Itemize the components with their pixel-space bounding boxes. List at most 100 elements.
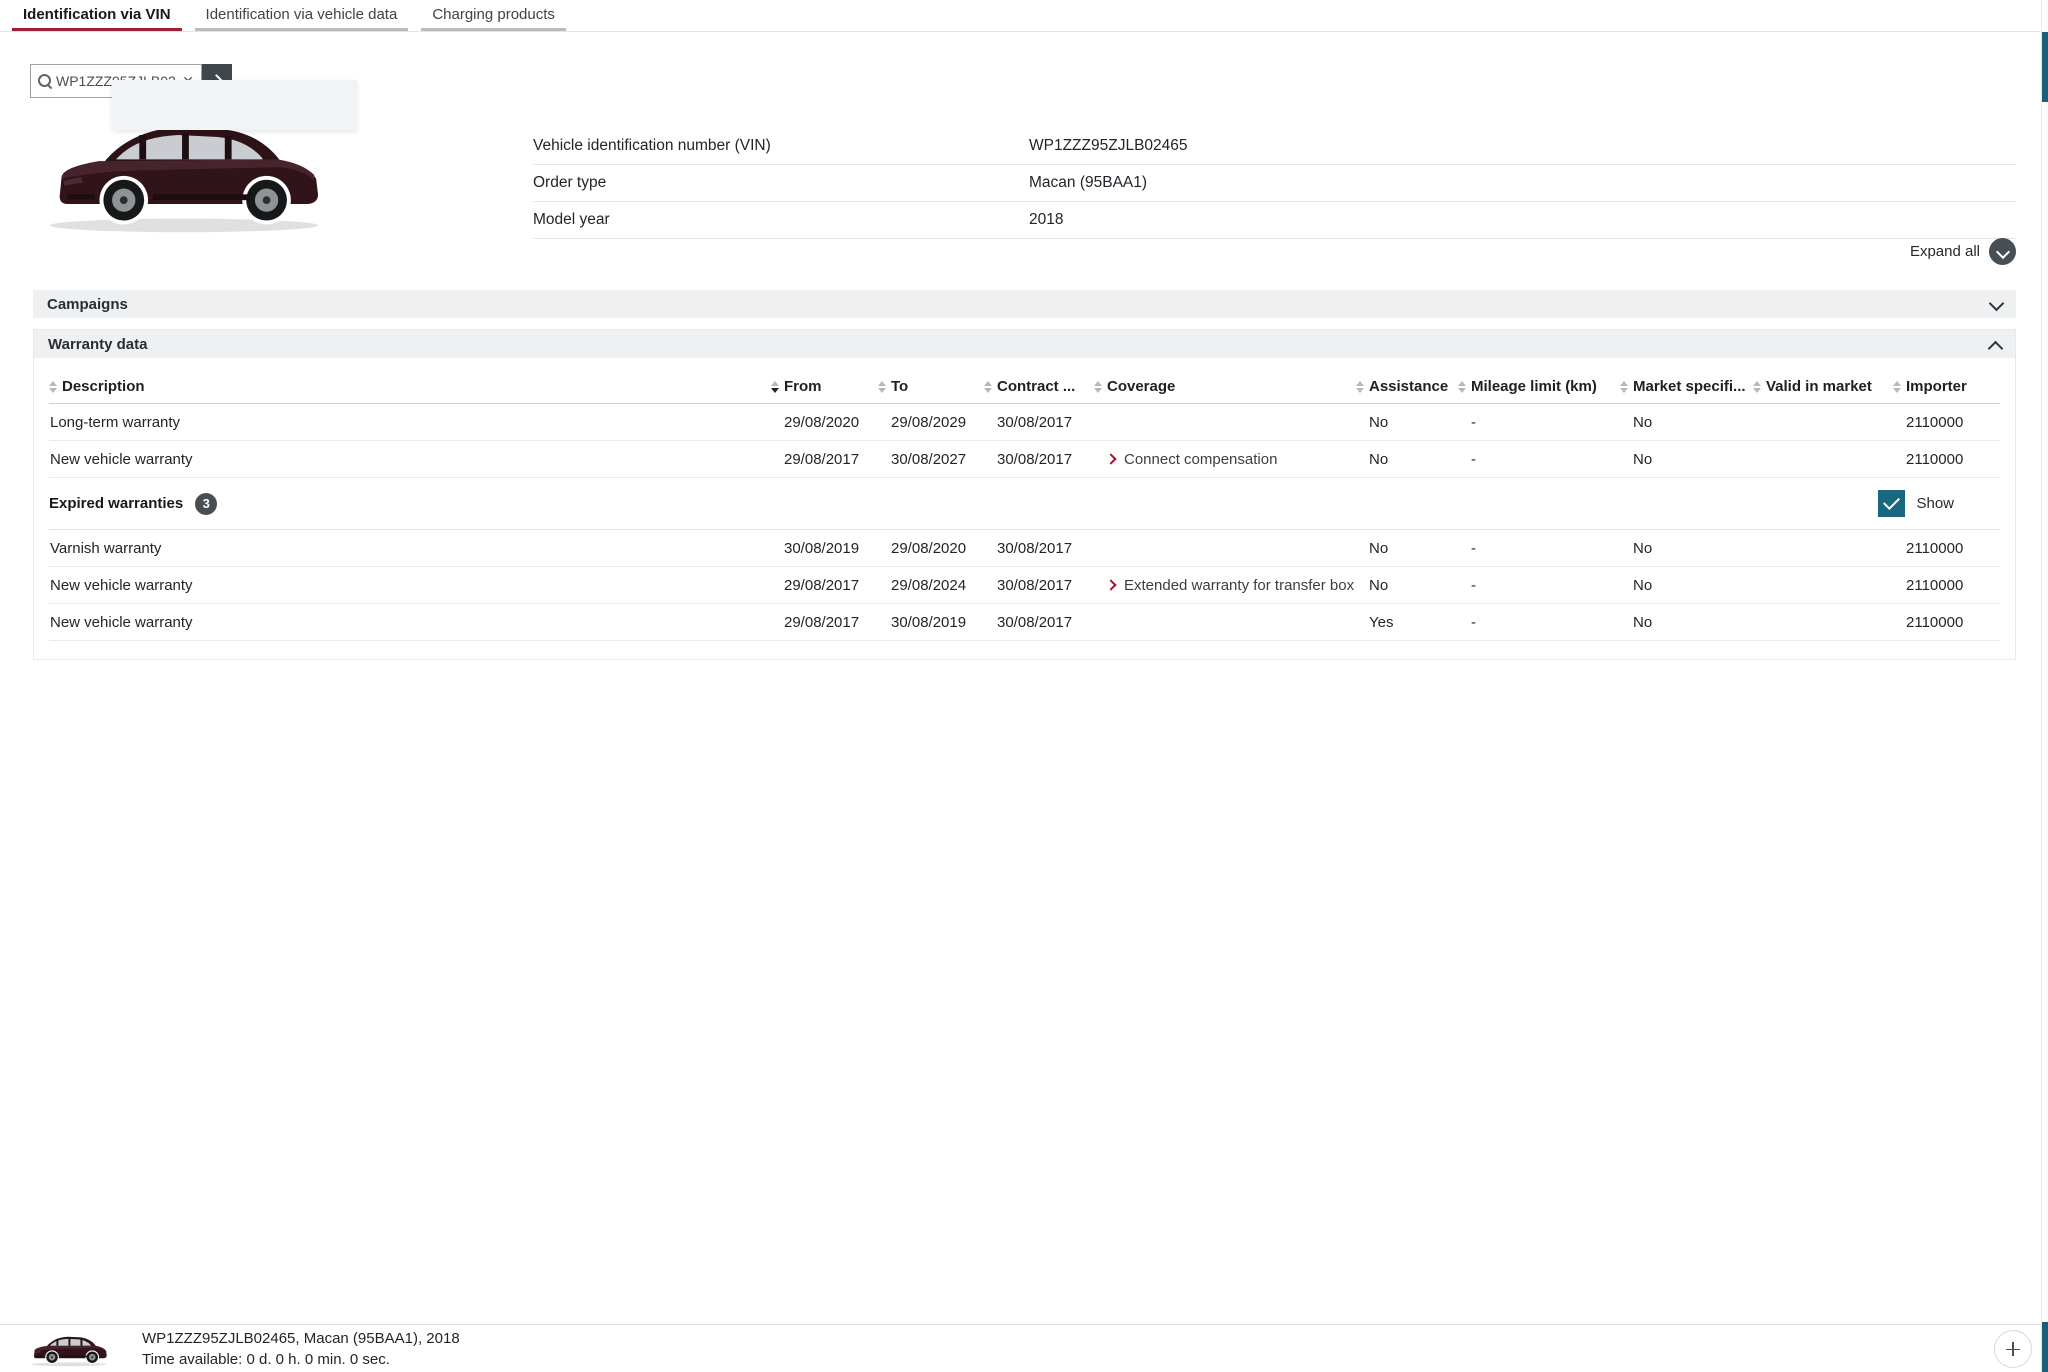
info-row-vin: Vehicle identification number (VIN) WP1Z… — [533, 128, 2016, 165]
info-value: 2018 — [1029, 211, 1063, 229]
cell-importer: 2110000 — [1893, 451, 2000, 468]
cell-description: New vehicle warranty — [49, 451, 771, 468]
info-value: WP1ZZZ95ZJLB02465 — [1029, 137, 1188, 155]
cell-contract: 30/08/2017 — [984, 451, 1094, 468]
vertical-scrollbar[interactable] — [2041, 0, 2048, 1372]
tab-identification-via-vin[interactable]: Identification via VIN — [12, 0, 182, 31]
cell-mileage: - — [1458, 614, 1620, 631]
cell-to: 29/08/2024 — [878, 577, 984, 594]
sort-icon[interactable] — [771, 381, 780, 393]
expired-warranties-label: Expired warranties — [49, 495, 183, 512]
column-header-market-specific[interactable]: Market specifi... — [1620, 378, 1753, 395]
cell-market: No — [1620, 540, 1753, 557]
sort-icon[interactable] — [1620, 381, 1629, 393]
section-title: Campaigns — [47, 296, 128, 313]
vehicle-info-table: Vehicle identification number (VIN) WP1Z… — [533, 128, 2016, 239]
cell-contract: 30/08/2017 — [984, 540, 1094, 557]
add-button[interactable] — [1994, 1330, 2032, 1368]
scrollbar-segment — [2042, 1322, 2048, 1372]
status-bar: WP1ZZZ95ZJLB02465, Macan (95BAA1), 2018 … — [0, 1324, 2048, 1372]
column-header-mileage-limit[interactable]: Mileage limit (km) — [1458, 378, 1620, 395]
cell-from: 29/08/2017 — [771, 451, 878, 468]
tab-charging-products[interactable]: Charging products — [421, 0, 566, 31]
cell-mileage: - — [1458, 451, 1620, 468]
table-row: New vehicle warranty 29/08/2017 30/08/20… — [49, 441, 2000, 478]
cell-market: No — [1620, 414, 1753, 431]
scrollbar-thumb[interactable] — [2042, 32, 2048, 102]
sort-icon[interactable] — [1356, 381, 1365, 393]
status-text: WP1ZZZ95ZJLB02465, Macan (95BAA1), 2018 … — [142, 1328, 460, 1370]
show-toggle-group: Show — [1878, 490, 2000, 517]
column-header-description[interactable]: Description — [49, 378, 771, 395]
cell-to: 30/08/2019 — [878, 614, 984, 631]
section-warranty-data: Warranty data Description From To Contra… — [33, 329, 2016, 660]
tab-identification-via-vehicle-data[interactable]: Identification via vehicle data — [195, 0, 409, 31]
cell-importer: 2110000 — [1893, 540, 2000, 557]
search-icon — [38, 74, 52, 88]
cell-contract: 30/08/2017 — [984, 614, 1094, 631]
sort-icon[interactable] — [1458, 381, 1467, 393]
table-row: Long-term warranty 29/08/2020 29/08/2029… — [49, 404, 2000, 441]
cell-market: No — [1620, 577, 1753, 594]
cell-from: 30/08/2019 — [771, 540, 878, 557]
column-header-valid-in-market[interactable]: Valid in market — [1753, 378, 1893, 395]
column-header-assistance[interactable]: Assistance — [1356, 378, 1458, 395]
chevron-down-icon[interactable] — [1990, 298, 2002, 310]
sort-icon[interactable] — [1893, 381, 1902, 393]
sort-icon[interactable] — [1094, 381, 1103, 393]
column-header-from[interactable]: From — [771, 378, 878, 395]
cell-importer: 2110000 — [1893, 414, 2000, 431]
cell-mileage: - — [1458, 577, 1620, 594]
sort-icon[interactable] — [984, 381, 993, 393]
expand-all-button[interactable]: Expand all — [1910, 238, 2016, 265]
column-header-coverage[interactable]: Coverage — [1094, 378, 1356, 395]
info-row-order-type: Order type Macan (95BAA1) — [533, 165, 2016, 202]
info-value: Macan (95BAA1) — [1029, 174, 1147, 192]
cell-coverage: Connect compensation — [1094, 451, 1356, 468]
coverage-link[interactable]: Extended warranty for transfer box — [1107, 577, 1356, 594]
section-title: Warranty data — [48, 336, 147, 353]
status-time-line: Time available: 0 d. 0 h. 0 min. 0 sec. — [142, 1349, 460, 1370]
cell-description: New vehicle warranty — [49, 614, 771, 631]
show-label[interactable]: Show — [1916, 495, 1954, 512]
show-checkbox[interactable] — [1878, 490, 1905, 517]
status-vehicle-line: WP1ZZZ95ZJLB02465, Macan (95BAA1), 2018 — [142, 1328, 460, 1349]
sort-icon[interactable] — [49, 381, 58, 393]
table-row: New vehicle warranty 29/08/2017 29/08/20… — [49, 567, 2000, 604]
section-campaigns[interactable]: Campaigns — [33, 290, 2016, 318]
cell-importer: 2110000 — [1893, 614, 2000, 631]
expired-warranties-row: Expired warranties 3 Show — [49, 478, 2000, 530]
cell-assistance: No — [1356, 451, 1458, 468]
chevron-right-icon — [1107, 455, 1115, 463]
chevron-down-icon[interactable] — [1989, 238, 2016, 265]
cell-coverage: Extended warranty for transfer box — [1094, 577, 1356, 594]
cell-assistance: No — [1356, 540, 1458, 557]
vehicle-thumbnail-image — [28, 1329, 110, 1369]
cell-mileage: - — [1458, 540, 1620, 557]
sort-icon[interactable] — [878, 381, 887, 393]
cell-contract: 30/08/2017 — [984, 414, 1094, 431]
cell-description: New vehicle warranty — [49, 577, 771, 594]
chevron-right-icon — [1107, 581, 1115, 589]
warranty-table: Description From To Contract ... Coverag… — [34, 358, 2015, 659]
app-window: Identification via VIN Identification vi… — [0, 0, 2048, 1372]
column-header-contract[interactable]: Contract ... — [984, 378, 1094, 395]
warranty-section-header[interactable]: Warranty data — [34, 330, 2015, 358]
info-label: Vehicle identification number (VIN) — [533, 137, 1029, 155]
column-header-to[interactable]: To — [878, 378, 984, 395]
cell-importer: 2110000 — [1893, 577, 2000, 594]
table-header-row: Description From To Contract ... Coverag… — [49, 370, 2000, 404]
info-label: Order type — [533, 174, 1029, 192]
cell-from: 29/08/2017 — [771, 577, 878, 594]
tab-bar: Identification via VIN Identification vi… — [0, 0, 2048, 32]
search-suggestion-panel[interactable] — [112, 80, 357, 130]
cell-to: 29/08/2020 — [878, 540, 984, 557]
column-header-importer[interactable]: Importer — [1893, 378, 2000, 395]
cell-assistance: No — [1356, 577, 1458, 594]
sort-icon[interactable] — [1753, 381, 1762, 393]
cell-assistance: Yes — [1356, 614, 1458, 631]
coverage-link[interactable]: Connect compensation — [1107, 451, 1356, 468]
cell-assistance: No — [1356, 414, 1458, 431]
cell-market: No — [1620, 614, 1753, 631]
chevron-up-icon[interactable] — [1989, 338, 2001, 350]
